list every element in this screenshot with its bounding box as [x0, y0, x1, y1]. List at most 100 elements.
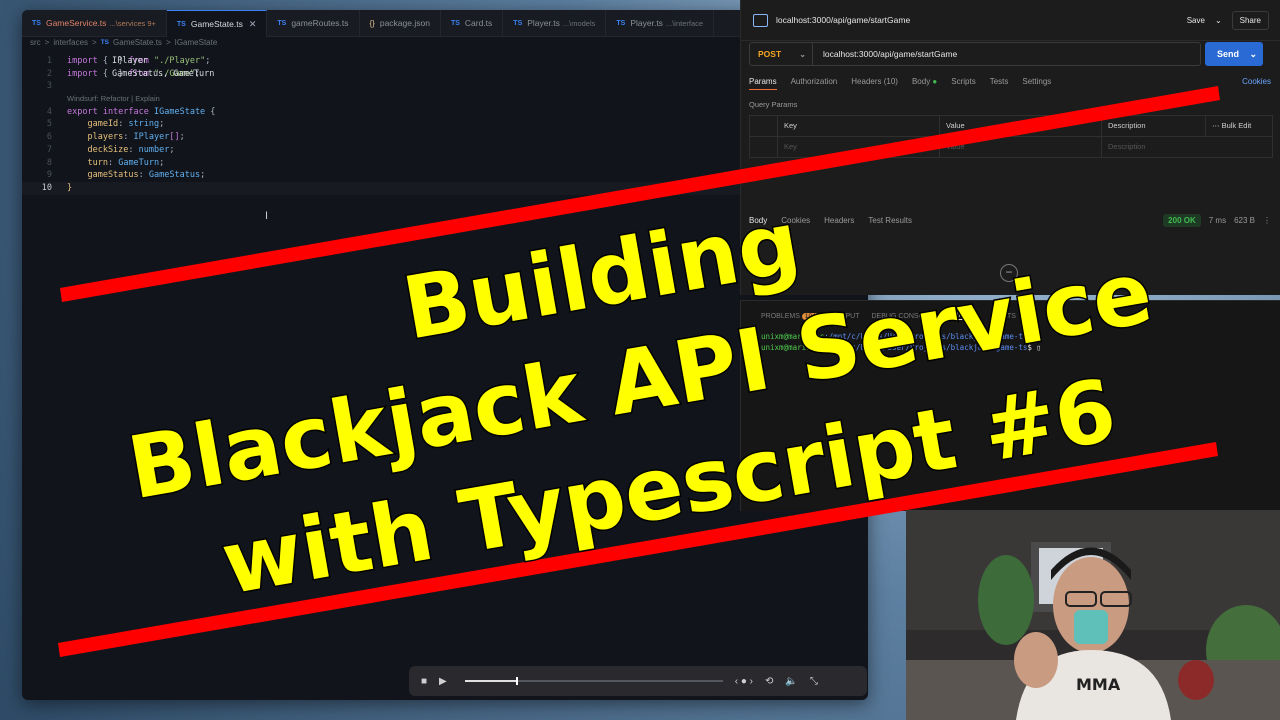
code-token: : [128, 144, 139, 155]
tab-scripts[interactable]: Scripts [951, 77, 975, 90]
tab-label: GameState.ts [190, 19, 243, 29]
chapter-nav-icon[interactable]: ‹ ● › [735, 676, 753, 687]
tab-package-json[interactable]: {} package.json [360, 10, 441, 36]
exit-fullscreen-icon[interactable]: ⤡ [810, 676, 818, 687]
tab-debug-console[interactable]: DEBUG CONSOLE [872, 313, 933, 320]
breadcrumb-symbol[interactable]: IGameState [175, 38, 218, 47]
terminal-line[interactable]: unixm@mariuspc:/mnt/c/Users/User/Project… [741, 342, 1280, 353]
terminal-path: :/mnt/c/Users/User/Projects/blackjack-ga… [824, 332, 1028, 341]
request-header: localhost:3000/api/game/startGame Save ⌄… [741, 0, 1280, 41]
query-params-title: Query Params [749, 100, 798, 109]
response-size: 623 B [1234, 216, 1255, 225]
code-token: import [67, 56, 98, 66]
code-token: { [97, 56, 114, 66]
code-token: IPlayer [112, 56, 148, 66]
response-tab-body[interactable]: Body [749, 216, 767, 225]
play-icon[interactable]: ▶ [439, 676, 447, 687]
webcam-image: MMA [906, 510, 1280, 720]
column-header-key: Key [778, 116, 940, 136]
url-input[interactable]: localhost:3000/api/game/startGame [813, 42, 1201, 66]
code-token: export interface [67, 106, 154, 117]
code-token: deckSize [67, 144, 129, 155]
code-token: GameStatus, GameTurn [112, 68, 215, 79]
response-time: 7 ms [1208, 216, 1227, 225]
tab-gamestate[interactable]: TS GameState.ts ✕ [166, 10, 268, 37]
breadcrumb-separator: > [165, 38, 171, 47]
tab-gameroutes[interactable]: TS gameRoutes.ts [267, 10, 360, 36]
panel-tabs: PROBLEMS 104 OUTPUT DEBUG CONSOLE TERMIN… [741, 301, 1280, 331]
method-value: POST [758, 49, 782, 59]
volume-icon[interactable]: 🔈 [785, 676, 797, 687]
json-icon: {} [369, 18, 375, 28]
tab-gameservice[interactable]: TS GameService.ts ...\services 9+ [22, 10, 167, 36]
line-code: turn: GameTurn; [67, 157, 164, 170]
cookies-link[interactable]: Cookies [1242, 77, 1271, 90]
tab-terminal[interactable]: TERMINAL [944, 312, 980, 320]
typescript-icon: TS [513, 19, 523, 27]
column-header-value: Value [940, 116, 1102, 136]
response-tab-headers[interactable]: Headers [824, 216, 854, 225]
tab-card[interactable]: TS Card.ts [441, 10, 504, 36]
response-tab-cookies[interactable]: Cookies [781, 216, 810, 225]
line-code: gameStatus: GameStatus; [67, 169, 205, 182]
line-code: } [67, 182, 72, 195]
tab-problems[interactable]: PROBLEMS 104 [761, 312, 819, 320]
key-input[interactable]: Key [778, 137, 940, 157]
close-icon[interactable]: ✕ [249, 19, 257, 30]
typescript-icon: TS [277, 19, 287, 27]
terminal-path: :/mnt/c/Users/User/Projects/blackjack-ga… [824, 343, 1028, 352]
send-button[interactable]: Send ⌄ [1205, 42, 1263, 66]
tab-ports[interactable]: PORTS [992, 313, 1016, 320]
more-options-icon[interactable]: ⋮ [1263, 216, 1271, 225]
seek-bar-fill [464, 680, 517, 682]
line-code: import { GameStatus, GameTurn } from "./… [67, 68, 214, 81]
line-code: players: IPlayer[]; [67, 131, 184, 144]
breadcrumb-file[interactable]: GameState.ts [113, 38, 162, 47]
tab-headers[interactable]: Headers (10) [851, 77, 898, 90]
tab-label: package.json [379, 18, 430, 28]
breadcrumb-src[interactable]: src [30, 38, 41, 47]
loop-icon[interactable]: ⟲ [765, 676, 773, 687]
typescript-icon: TS [450, 19, 460, 27]
minus-circle-icon[interactable]: − [1000, 264, 1018, 282]
tab-body-label: Body [911, 77, 931, 86]
breadcrumb-folder[interactable]: interfaces [53, 38, 88, 47]
terminal-user: unixm@mariuspc [761, 332, 825, 341]
chevron-down-icon[interactable]: ⌄ [1215, 16, 1222, 25]
tab-player-interface[interactable]: TS Player.ts ...\interface [606, 10, 715, 36]
tab-tests[interactable]: Tests [990, 77, 1009, 90]
tab-player-models[interactable]: TS Player.ts ...\models [503, 10, 607, 36]
line-number: 5 [46, 119, 52, 130]
checkbox-column [750, 116, 778, 136]
stop-icon[interactable]: ■ [421, 676, 427, 687]
line-number: 4 [46, 106, 52, 117]
code-token: ; [200, 170, 206, 181]
code-token: "./Player" [148, 56, 206, 66]
tab-body[interactable]: Body ● [912, 77, 937, 90]
line-code: deckSize: number; [67, 144, 174, 157]
seek-bar-handle[interactable] [516, 677, 519, 685]
bulk-edit-button[interactable]: ⋯ Bulk Edit [1206, 116, 1270, 136]
request-title[interactable]: localhost:3000/api/game/startGame [776, 15, 910, 25]
chevron-down-icon[interactable]: ⌄ [1249, 49, 1257, 60]
method-select[interactable]: POST ⌄ [749, 42, 813, 66]
code-token: { [97, 68, 114, 79]
code-token: number [138, 144, 170, 155]
status-badge: 200 OK [1163, 214, 1201, 227]
share-button[interactable]: Share [1231, 10, 1269, 30]
tab-params[interactable]: Params [749, 77, 777, 90]
seek-bar[interactable] [464, 677, 723, 685]
line-number: 8 [46, 157, 52, 168]
response-bar: Body Cookies Headers Test Results 200 OK… [749, 214, 1271, 227]
save-button[interactable]: Save [1187, 16, 1205, 25]
breadcrumb: src > interfaces > TS GameState.ts > IGa… [30, 38, 217, 47]
tab-settings[interactable]: Settings [1022, 77, 1051, 90]
code-token: players [67, 132, 124, 143]
description-input[interactable]: Description [1102, 137, 1270, 157]
bulk-edit-label: Bulk Edit [1221, 121, 1252, 130]
tab-authorization[interactable]: Authorization [791, 77, 838, 90]
response-tab-test-results[interactable]: Test Results [868, 216, 912, 225]
tab-hint: ...\models [562, 18, 596, 28]
value-input[interactable]: Value [940, 137, 1102, 157]
tab-output[interactable]: OUTPUT [831, 313, 860, 320]
